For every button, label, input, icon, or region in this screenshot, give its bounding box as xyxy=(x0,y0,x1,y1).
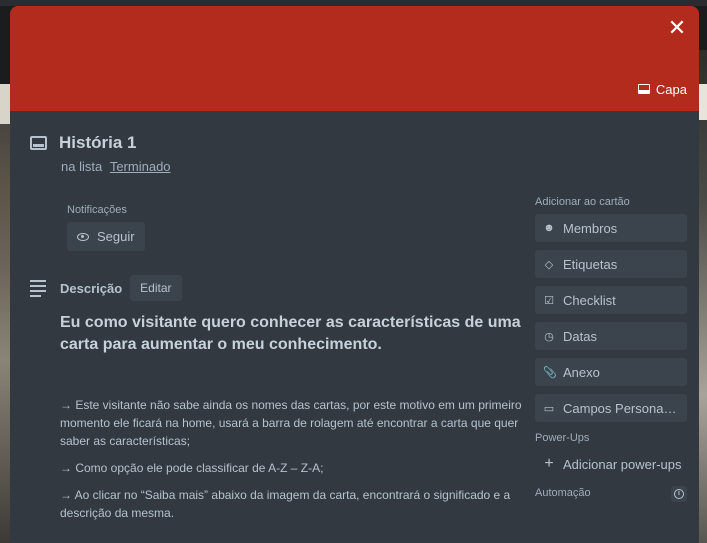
labels-button[interactable]: ◇ Etiquetas xyxy=(535,250,687,278)
dates-label: Datas xyxy=(563,328,597,344)
list-link[interactable]: Terminado xyxy=(110,159,171,174)
card-cover: ✕ Capa xyxy=(10,6,699,111)
attachment-label: Anexo xyxy=(563,364,600,380)
attachment-button[interactable]: 📎 Anexo xyxy=(535,358,687,386)
description-heading: Eu como visitante quero conhecer as cara… xyxy=(60,314,521,353)
board-right-edge xyxy=(699,50,707,543)
follow-button-label: Seguir xyxy=(97,229,135,244)
labels-label: Etiquetas xyxy=(563,256,618,272)
description-header: Descrição Editar xyxy=(30,275,182,301)
notifications-label: Notificações xyxy=(67,204,127,216)
card-list-info: na lista Terminado xyxy=(61,159,171,174)
custom-fields-icon: ▭ xyxy=(543,402,555,415)
follow-button[interactable]: Seguir xyxy=(67,222,145,251)
add-powerup-button[interactable]: + Adicionar power-ups xyxy=(535,450,687,478)
board-right-band xyxy=(699,84,707,120)
board-left-edge xyxy=(0,84,10,543)
person-icon: ☻ xyxy=(543,222,555,234)
info-icon[interactable]: i xyxy=(671,486,687,502)
powerups-label: Power-Ups xyxy=(535,432,590,444)
members-label: Membros xyxy=(563,220,618,236)
members-button[interactable]: ☻ Membros xyxy=(535,214,687,242)
board-left-band xyxy=(0,84,10,124)
close-button[interactable]: ✕ xyxy=(665,16,689,40)
cover-button[interactable]: Capa xyxy=(637,80,687,98)
edit-description-button[interactable]: Editar xyxy=(130,275,182,301)
custom-fields-label: Campos Personalizados xyxy=(563,400,679,416)
add-powerup-label: Adicionar power-ups xyxy=(563,456,682,472)
checklist-button[interactable]: ☑ Checklist xyxy=(535,286,687,314)
cover-icon xyxy=(637,84,650,94)
description-paragraph: → Como opção ele pode classificar de A-Z… xyxy=(60,461,324,475)
paperclip-icon: 📎 xyxy=(543,366,557,379)
cover-button-label: Capa xyxy=(655,81,687,97)
card-sidebar: Adicionar ao cartão ☻ Membros ◇ Etiqueta… xyxy=(535,196,687,502)
card-title-row: História 1 xyxy=(30,133,136,153)
description-body[interactable]: Eu como visitante quero conhecer as cara… xyxy=(60,312,528,531)
checklist-label: Checklist xyxy=(563,292,616,308)
checklist-icon: ☑ xyxy=(544,294,554,307)
description-title: Descrição xyxy=(60,280,123,296)
plus-icon: + xyxy=(544,455,554,472)
custom-fields-button[interactable]: ▭ Campos Personalizados xyxy=(535,394,687,422)
card-detail-modal: ✕ Capa História 1 na lista Terminado Not… xyxy=(10,6,699,543)
card-title[interactable]: História 1 xyxy=(59,133,136,153)
card-icon xyxy=(30,136,47,150)
description-icon xyxy=(30,279,46,297)
close-icon: ✕ xyxy=(667,15,687,40)
automation-label: Automação xyxy=(535,487,591,499)
description-paragraph: → Ao clicar no “Saiba mais” abaixo da im… xyxy=(60,488,511,520)
dates-button[interactable]: ◷ Datas xyxy=(535,322,687,350)
description-paragraph: → Este visitante não sabe ainda os nomes… xyxy=(60,398,522,448)
add-to-card-label: Adicionar ao cartão xyxy=(535,196,630,208)
clock-icon: ◷ xyxy=(544,330,554,343)
automation-row: Automação i xyxy=(535,486,687,502)
eye-icon xyxy=(77,232,89,241)
tag-icon: ◇ xyxy=(544,258,554,271)
in-list-prefix: na lista xyxy=(61,159,103,174)
